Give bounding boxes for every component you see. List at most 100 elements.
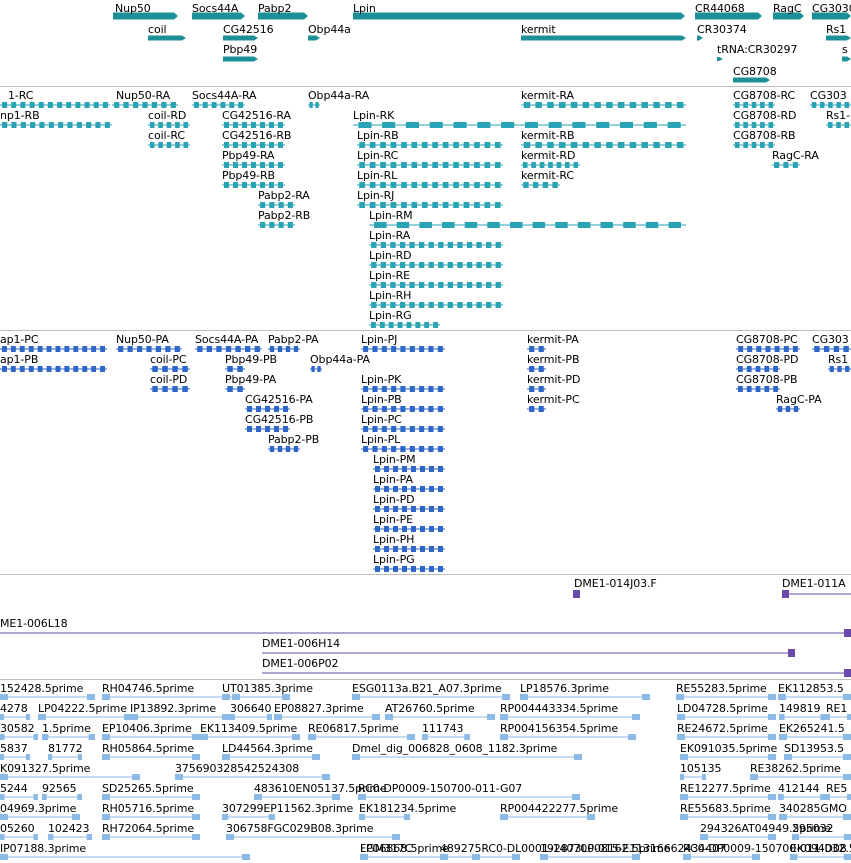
clone-end-marker[interactable] [844, 629, 851, 637]
proteins-exon[interactable] [372, 346, 378, 352]
transcripts-exon[interactable] [359, 182, 365, 188]
transcripts-exon[interactable] [390, 142, 397, 148]
transcripts-exon[interactable] [278, 162, 283, 168]
proteins-exon[interactable] [438, 506, 443, 512]
transcripts-exon[interactable] [463, 202, 470, 208]
proteins-exon[interactable] [792, 346, 798, 352]
transcripts-exon[interactable] [47, 102, 53, 108]
proteins-exon[interactable] [37, 346, 43, 352]
transcripts-exon[interactable] [432, 182, 438, 188]
proteins-exon[interactable] [774, 346, 780, 352]
proteins-exon[interactable] [773, 366, 778, 372]
proteins-feature-label[interactable]: Pbp49-PA [225, 373, 276, 386]
transcripts-exon[interactable] [428, 262, 434, 268]
transcripts-exon[interactable] [620, 122, 634, 128]
transcripts-exon[interactable] [382, 122, 396, 128]
ests-feature-label[interactable]: RE24672.5prime [677, 722, 768, 735]
ests-feature-label[interactable]: IP07188.3prime [0, 842, 86, 855]
transcripts-exon[interactable] [269, 202, 275, 208]
ests-feature-label[interactable]: SD13953.5 [784, 742, 844, 755]
transcripts-exon[interactable] [432, 142, 438, 148]
transcripts-exon[interactable] [269, 142, 274, 148]
transcripts-exon[interactable] [548, 122, 562, 128]
transcripts-exon[interactable] [484, 142, 491, 148]
proteins-feature-label[interactable]: kermit-PB [527, 353, 580, 366]
proteins-exon[interactable] [402, 566, 407, 572]
transcripts-exon[interactable] [399, 242, 406, 248]
proteins-exon[interactable] [437, 386, 443, 392]
transcripts-exon[interactable] [474, 142, 480, 148]
transcripts-exon[interactable] [463, 162, 470, 168]
proteins-exon[interactable] [773, 386, 778, 392]
proteins-feature-label[interactable]: Nup50-PA [116, 333, 169, 346]
transcripts-exon[interactable] [251, 182, 256, 188]
ests-feature-label[interactable]: 307299EP11562.3prime [222, 802, 353, 815]
transcripts-exon[interactable] [149, 122, 155, 128]
transcripts-exon[interactable] [484, 182, 491, 188]
transcripts-exon[interactable] [643, 122, 657, 128]
transcripts-exon[interactable] [233, 162, 238, 168]
transcripts-exon[interactable] [166, 122, 172, 128]
transcripts-exon[interactable] [278, 122, 283, 128]
ests-feature-label[interactable]: K091327.5prime [0, 762, 90, 775]
transcripts-exon[interactable] [20, 102, 26, 108]
transcripts-exon[interactable] [20, 122, 26, 128]
ests-feature-label[interactable]: RP004422277.5prime [500, 802, 618, 815]
proteins-feature-label[interactable]: Lpin-PG [373, 553, 415, 566]
proteins-exon[interactable] [429, 526, 434, 532]
ests-feature-label[interactable]: RH05716.5prime [102, 802, 194, 815]
proteins-exon[interactable] [814, 346, 820, 352]
transcripts-exon[interactable] [438, 262, 444, 268]
transcripts-exon[interactable] [428, 302, 434, 308]
ests-exon[interactable] [407, 734, 415, 740]
transcripts-exon[interactable] [419, 242, 425, 248]
transcripts-feature-label[interactable]: CG42516-RB [222, 129, 291, 142]
transcripts-exon[interactable] [359, 202, 365, 208]
proteins-exon[interactable] [384, 506, 389, 512]
proteins-exon[interactable] [428, 386, 434, 392]
proteins-exon[interactable] [400, 426, 406, 432]
proteins-feature-label[interactable]: kermit-PD [527, 373, 580, 386]
genes-feature-label[interactable]: s [842, 43, 848, 56]
proteins-exon[interactable] [419, 446, 425, 452]
proteins-exon[interactable] [411, 466, 416, 472]
transcripts-exon[interactable] [224, 162, 229, 168]
proteins-exon[interactable] [100, 366, 105, 372]
proteins-exon[interactable] [91, 346, 97, 352]
ests-exon[interactable] [628, 734, 636, 740]
transcripts-feature-label[interactable]: coil-RC [148, 129, 185, 142]
transcripts-exon[interactable] [309, 102, 313, 108]
transcripts-exon[interactable] [396, 222, 410, 228]
transcripts-exon[interactable] [315, 102, 319, 108]
proteins-exon[interactable] [438, 466, 443, 472]
proteins-exon[interactable] [152, 386, 158, 392]
proteins-feature-label[interactable]: ap1-PC [0, 333, 39, 346]
proteins-feature-label[interactable]: CG42516-PA [245, 393, 313, 406]
proteins-exon[interactable] [235, 346, 241, 352]
proteins-exon[interactable] [375, 526, 380, 532]
proteins-feature-label[interactable]: Lpin-PH [373, 533, 414, 546]
ests-feature-label[interactable]: LD04728.5prime [677, 702, 768, 715]
proteins-exon[interactable] [437, 426, 443, 432]
proteins-exon[interactable] [420, 526, 425, 532]
transcripts-exon[interactable] [76, 122, 82, 128]
proteins-exon[interactable] [197, 346, 203, 352]
transcripts-exon[interactable] [486, 302, 492, 308]
transcripts-exon[interactable] [419, 282, 425, 288]
ests-feature-label[interactable]: LD44564.3prime [222, 742, 313, 755]
transcripts-feature-label[interactable]: Lpin-RG [369, 309, 412, 322]
ests-feature-label[interactable]: RE5 [826, 782, 847, 795]
clones-feature-label[interactable]: DME1-014J03.F [574, 577, 657, 590]
proteins-exon[interactable] [10, 366, 16, 372]
transcripts-exon[interactable] [421, 142, 428, 148]
proteins-exon[interactable] [538, 346, 544, 352]
transcripts-exon[interactable] [287, 222, 293, 228]
ests-exon[interactable] [322, 774, 330, 780]
transcripts-exon[interactable] [495, 282, 501, 288]
transcripts-exon[interactable] [734, 122, 740, 128]
clone-end-marker[interactable] [782, 590, 789, 598]
proteins-exon[interactable] [2, 366, 7, 372]
transcripts-exon[interactable] [623, 222, 636, 228]
genes-feature-label[interactable]: Nup50 [115, 2, 151, 15]
proteins-exon[interactable] [237, 386, 243, 392]
